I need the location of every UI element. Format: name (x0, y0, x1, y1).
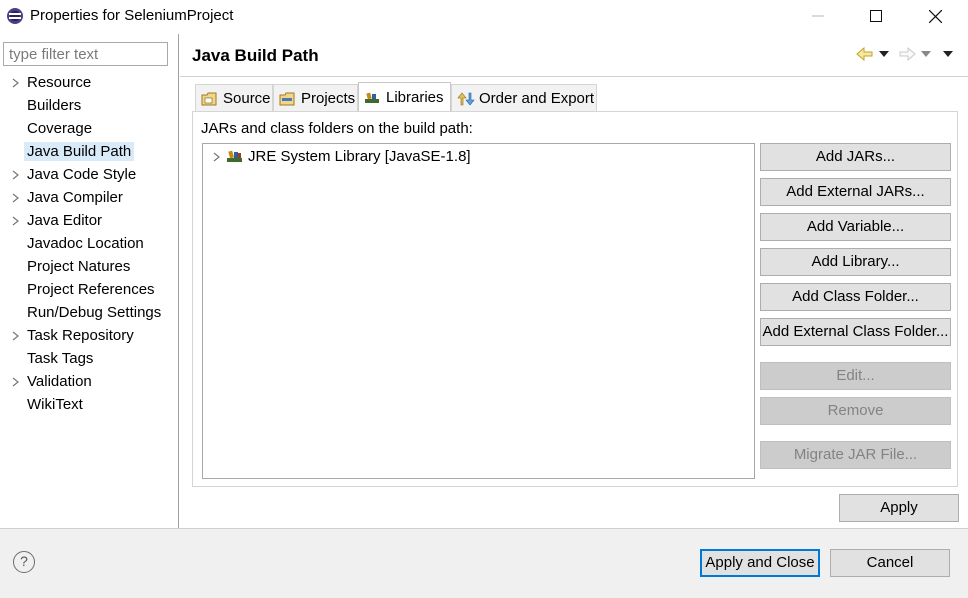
preferences-tree-panel: Resource Builders Coverage Java Build Path J… (0, 34, 179, 528)
sidebar-item-label: Javadoc Location (27, 235, 144, 252)
tab-libraries-label: Libraries (386, 89, 444, 106)
sidebar-item-label: Builders (27, 97, 82, 114)
minimize-button[interactable] (795, 0, 841, 32)
add-external-class-folder-button[interactable]: Add External Class Folder... (760, 318, 951, 346)
cancel-button[interactable]: Cancel (830, 549, 950, 577)
close-button[interactable] (912, 0, 958, 32)
apply-button[interactable]: Apply (839, 494, 959, 522)
history-navigation (855, 44, 960, 64)
maximize-button[interactable] (853, 0, 899, 32)
projects-folder-icon (279, 92, 295, 105)
title-bar: Properties for SeleniumProject (0, 0, 968, 34)
sidebar-item-label: Java Build Path (24, 142, 135, 161)
sidebar-item-label: Java Compiler (27, 189, 123, 206)
sidebar-item-wikitext[interactable]: WikiText (0, 393, 178, 416)
add-external-jars-button[interactable]: Add External JARs... (760, 178, 951, 206)
library-icon (227, 150, 242, 162)
sidebar-item-builders[interactable]: Builders (0, 94, 178, 117)
page-title: Java Build Path (192, 46, 319, 65)
add-class-folder-button[interactable]: Add Class Folder... (760, 283, 951, 311)
expand-chevron-icon[interactable] (9, 370, 21, 393)
sidebar-item-resource[interactable]: Resource (0, 71, 178, 94)
forward-arrow-icon[interactable] (897, 44, 917, 64)
back-menu-chevron-icon[interactable] (877, 44, 891, 64)
jre-system-library-label: JRE System Library [JavaSE-1.8] (248, 148, 471, 165)
sidebar-item-label: Validation (27, 373, 92, 390)
sidebar-item-java-code-style[interactable]: Java Code Style (0, 163, 178, 186)
sidebar-item-label: Java Editor (27, 212, 103, 229)
sidebar-item-label: Project References (27, 281, 155, 298)
close-icon (928, 9, 942, 23)
tab-order-and-export[interactable]: Order and Export (451, 84, 597, 112)
sidebar-item-label: Run/Debug Settings (27, 304, 162, 321)
expand-chevron-icon[interactable] (210, 146, 222, 168)
tab-projects-label: Projects (301, 90, 356, 107)
header-divider (180, 76, 968, 77)
libraries-tab-content: JARs and class folders on the build path… (192, 111, 958, 487)
sidebar-item-java-editor[interactable]: Java Editor (0, 209, 178, 232)
edit-button[interactable]: Edit... (760, 362, 951, 390)
help-icon[interactable]: ? (13, 551, 35, 573)
tab-order-and-export-label: Order and Export (479, 90, 595, 107)
sidebar-item-label: Java Code Style (27, 166, 137, 183)
sidebar-item-label: Task Repository (27, 327, 134, 344)
sidebar-item-label: Resource (27, 74, 92, 91)
tab-source[interactable]: Source (195, 84, 273, 112)
add-jars-button[interactable]: Add JARs... (760, 143, 951, 171)
add-variable-button[interactable]: Add Variable... (760, 213, 951, 241)
minimize-icon (812, 15, 824, 17)
sidebar-item-validation[interactable]: Validation (0, 370, 178, 393)
expand-chevron-icon[interactable] (9, 71, 21, 94)
expand-chevron-icon[interactable] (9, 209, 21, 232)
filter-input[interactable] (3, 42, 168, 66)
apply-and-close-button[interactable]: Apply and Close (700, 549, 820, 577)
sidebar-item-label: Coverage (27, 120, 93, 137)
view-menu-icon[interactable] (941, 44, 955, 64)
tab-source-label: Source (223, 90, 271, 107)
order-export-icon (457, 92, 475, 105)
tab-projects[interactable]: Projects (273, 84, 358, 112)
expand-chevron-icon[interactable] (9, 163, 21, 186)
dialog-footer: ? Apply and Close Cancel (0, 529, 968, 598)
sidebar-item-label: Task Tags (27, 350, 94, 367)
tree-row-jre-system-library[interactable]: JRE System Library [JavaSE-1.8] (203, 146, 471, 168)
eclipse-icon (7, 8, 23, 24)
remove-button[interactable]: Remove (760, 397, 951, 425)
window-title: Properties for SeleniumProject (30, 7, 234, 24)
property-page-tree: Resource Builders Coverage Java Build Path J… (0, 71, 178, 416)
sidebar-item-javadoc-location[interactable]: Javadoc Location (0, 232, 178, 255)
forward-menu-chevron-icon[interactable] (919, 44, 933, 64)
maximize-icon (870, 10, 882, 22)
sidebar-item-java-build-path[interactable]: Java Build Path (0, 140, 178, 163)
expand-chevron-icon[interactable] (9, 186, 21, 209)
sidebar-item-task-tags[interactable]: Task Tags (0, 347, 178, 370)
expand-chevron-icon[interactable] (9, 324, 21, 347)
build-path-heading: JARs and class folders on the build path… (201, 120, 473, 137)
source-folder-icon (201, 92, 217, 105)
sidebar-item-coverage[interactable]: Coverage (0, 117, 178, 140)
migrate-jar-file-button[interactable]: Migrate JAR File... (760, 441, 951, 469)
sidebar-item-java-compiler[interactable]: Java Compiler (0, 186, 178, 209)
sidebar-item-label: Project Natures (27, 258, 131, 275)
libraries-icon (365, 92, 379, 103)
back-arrow-icon[interactable] (855, 44, 875, 64)
build-path-entries-tree[interactable]: JRE System Library [JavaSE-1.8] (202, 143, 755, 479)
sidebar-item-run-debug-settings[interactable]: Run/Debug Settings (0, 301, 178, 324)
sidebar-item-task-repository[interactable]: Task Repository (0, 324, 178, 347)
sidebar-item-project-natures[interactable]: Project Natures (0, 255, 178, 278)
tab-libraries[interactable]: Libraries (358, 82, 451, 112)
sidebar-item-project-references[interactable]: Project References (0, 278, 178, 301)
sidebar-item-label: WikiText (27, 396, 83, 413)
add-library-button[interactable]: Add Library... (760, 248, 951, 276)
